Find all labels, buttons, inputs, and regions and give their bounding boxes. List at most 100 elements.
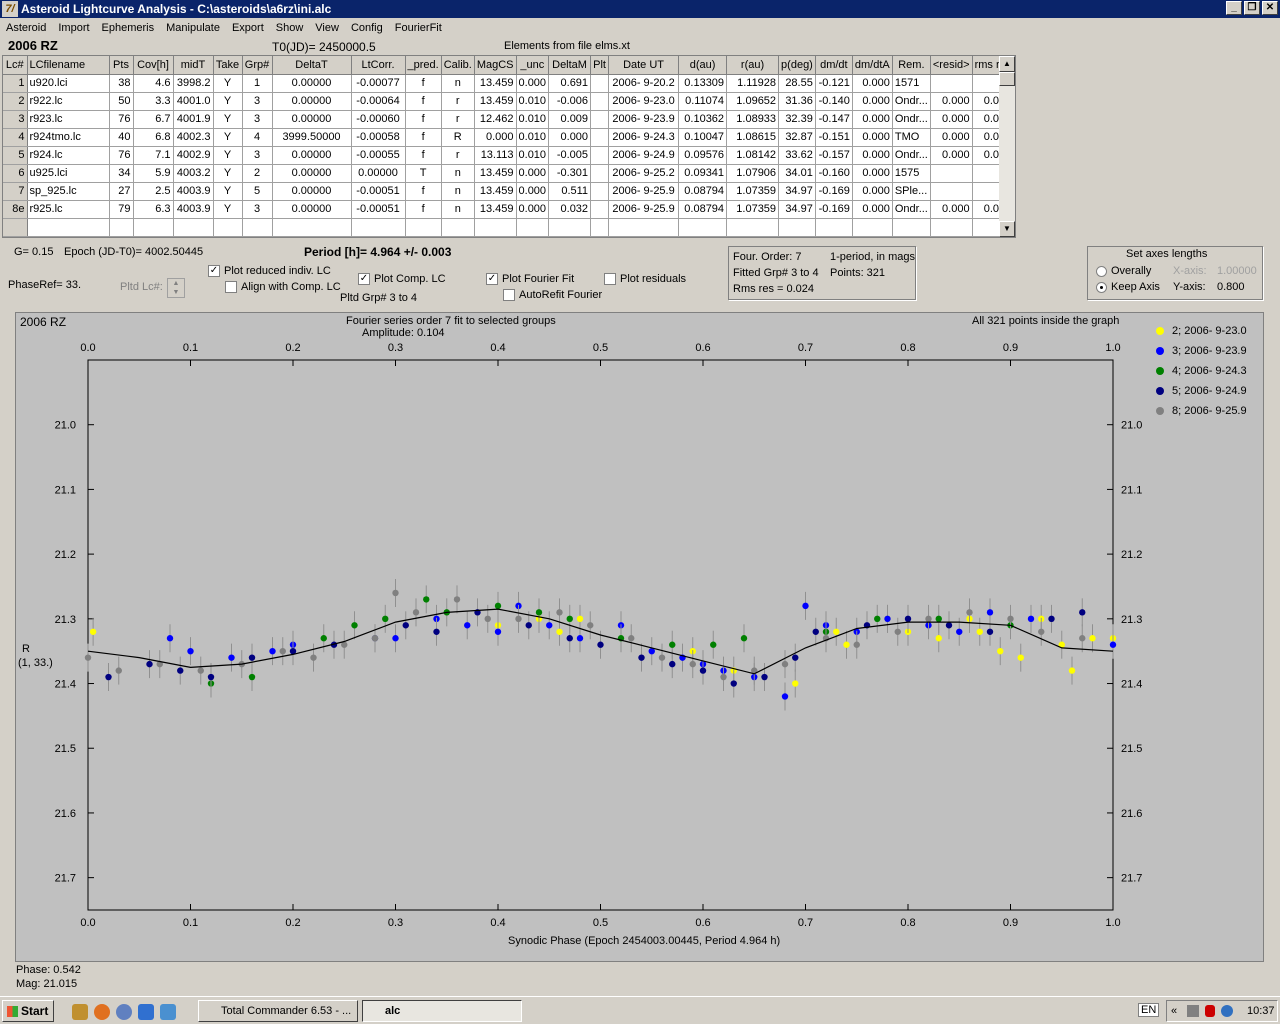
table-cell[interactable]: [590, 146, 610, 165]
table-cell[interactable]: [590, 74, 610, 93]
table-cell[interactable]: Y: [213, 92, 243, 111]
table-cell[interactable]: 38: [109, 74, 134, 93]
table-cell[interactable]: 33.62: [778, 146, 816, 165]
table-cell[interactable]: 4.6: [133, 74, 174, 93]
table-cell[interactable]: 0.11074: [678, 92, 728, 111]
table-cell[interactable]: r925.lc: [27, 200, 110, 219]
row-header[interactable]: 2: [3, 92, 28, 111]
firefox-icon[interactable]: [94, 1004, 110, 1020]
table-cell[interactable]: 1571: [892, 74, 931, 93]
table-cell[interactable]: f: [405, 74, 442, 93]
table-cell[interactable]: -0.121: [815, 74, 853, 93]
table-cell[interactable]: 0.010: [516, 110, 550, 129]
table-cell[interactable]: [590, 110, 610, 129]
table-cell[interactable]: 13.459: [474, 92, 517, 111]
table-cell[interactable]: -0.00055: [351, 146, 406, 165]
row-header[interactable]: 6: [3, 164, 28, 183]
table-cell[interactable]: 76: [109, 110, 134, 129]
table-cell[interactable]: 6.8: [133, 128, 174, 147]
table-cell[interactable]: 0.010: [516, 92, 550, 111]
table-cell[interactable]: 0.000: [852, 128, 893, 147]
table-cell[interactable]: r: [441, 92, 475, 111]
table-cell[interactable]: 0.000: [930, 146, 973, 165]
x-axis-value[interactable]: 1.00000: [1217, 265, 1257, 277]
table-cell[interactable]: 0.000: [930, 200, 973, 219]
table-cell[interactable]: n: [441, 164, 475, 183]
table-cell[interactable]: 32.39: [778, 110, 816, 129]
column-header[interactable]: r(au): [726, 56, 780, 75]
table-cell[interactable]: 0.000: [930, 110, 973, 129]
volume-icon[interactable]: [1221, 1005, 1233, 1017]
table-cell[interactable]: u925.lci: [27, 164, 110, 183]
overally-radio[interactable]: Overally: [1096, 265, 1151, 277]
table-cell[interactable]: 0.000: [852, 74, 893, 93]
menu-manipulate[interactable]: Manipulate: [160, 22, 226, 34]
table-cell[interactable]: 0.10047: [678, 128, 728, 147]
table-cell[interactable]: 6.3: [133, 200, 174, 219]
table-cell[interactable]: 0.000: [516, 74, 550, 93]
table-cell[interactable]: 1.11928: [726, 74, 780, 93]
table-cell[interactable]: 1.08933: [726, 110, 780, 129]
table-cell[interactable]: [590, 92, 610, 111]
table-cell[interactable]: -0.006: [548, 92, 592, 111]
table-cell[interactable]: 1.08142: [726, 146, 780, 165]
table-cell[interactable]: 0.00000: [351, 164, 406, 183]
column-header[interactable]: Lc#: [3, 56, 28, 75]
menu-config[interactable]: Config: [345, 22, 389, 34]
table-cell[interactable]: r922.lc: [27, 92, 110, 111]
pltd-lc-spinner[interactable]: ▲ ▼: [167, 278, 185, 298]
table-cell[interactable]: 3.3: [133, 92, 174, 111]
table-cell[interactable]: Ondr...: [892, 146, 931, 165]
table-cell[interactable]: 1: [242, 74, 273, 93]
menu-import[interactable]: Import: [52, 22, 95, 34]
table-cell[interactable]: f: [405, 110, 442, 129]
column-header[interactable]: MagCS: [474, 56, 517, 75]
table-cell[interactable]: 34.97: [778, 200, 816, 219]
table-cell[interactable]: 0.00000: [272, 146, 352, 165]
table-cell[interactable]: 7.1: [133, 146, 174, 165]
table-cell[interactable]: 0.00000: [272, 200, 352, 219]
table-cell[interactable]: [930, 74, 973, 93]
table-cell[interactable]: 4: [242, 128, 273, 147]
table-cell[interactable]: 2006- 9-23.0: [608, 92, 680, 111]
minimize-button[interactable]: _: [1226, 1, 1242, 15]
column-header[interactable]: Pts: [109, 56, 134, 75]
column-header[interactable]: LCfilename: [27, 56, 110, 75]
table-row[interactable]: 8e r925.lc 79 6.3 4003.9 Y 3 0.00000 -0.00051 f n 1…: [3, 200, 1015, 219]
column-header[interactable]: Plt: [590, 56, 610, 75]
table-cell[interactable]: 1.09652: [726, 92, 780, 111]
table-cell[interactable]: Y: [213, 110, 243, 129]
table-cell[interactable]: r924tmo.lc: [27, 128, 110, 147]
table-cell[interactable]: 0.000: [516, 200, 550, 219]
table-cell[interactable]: 2006- 9-23.9: [608, 110, 680, 129]
table-cell[interactable]: 1.07359: [726, 182, 780, 201]
table-cell[interactable]: -0.00077: [351, 74, 406, 93]
table-cell[interactable]: r923.lc: [27, 110, 110, 129]
network-icon[interactable]: [1187, 1005, 1199, 1017]
column-header[interactable]: Grp#: [242, 56, 273, 75]
table-cell[interactable]: 0.00000: [272, 110, 352, 129]
table-cell[interactable]: 4001.0: [173, 92, 214, 111]
clock[interactable]: 10:37: [1247, 1001, 1275, 1021]
table-cell[interactable]: -0.169: [815, 200, 853, 219]
lightcurve-table[interactable]: Lc# LCfilename Pts Cov[h] midT Take Grp# DeltaT…: [2, 55, 1016, 238]
table-cell[interactable]: 0.009: [548, 110, 592, 129]
table-cell[interactable]: Ondr...: [892, 92, 931, 111]
row-header[interactable]: 8e: [3, 200, 28, 219]
plot-reduced-checkbox[interactable]: ✓ Plot reduced indiv. LC: [208, 265, 331, 278]
table-cell[interactable]: f: [405, 92, 442, 111]
table-row[interactable]: 6 u925.lci 34 5.9 4003.2 Y 2 0.00000 0.00000 Tn 13…: [3, 164, 1015, 183]
row-header[interactable]: 3: [3, 110, 28, 129]
table-cell[interactable]: 0.000: [930, 128, 973, 147]
table-cell[interactable]: -0.00051: [351, 200, 406, 219]
table-cell[interactable]: n: [441, 74, 475, 93]
table-row[interactable]: 5 r924.lc 76 7.1 4002.9 Y 3 0.00000 -0.00055 f r 13…: [3, 146, 1015, 165]
menu-view[interactable]: View: [309, 22, 345, 34]
menu-fourierfit[interactable]: FourierFit: [389, 22, 448, 34]
table-cell[interactable]: u920.lci: [27, 74, 110, 93]
table-cell[interactable]: 3: [242, 110, 273, 129]
table-cell[interactable]: 3: [242, 92, 273, 111]
table-cell[interactable]: 1.07906: [726, 164, 780, 183]
table-cell[interactable]: r924.lc: [27, 146, 110, 165]
table-cell[interactable]: 13.113: [474, 146, 517, 165]
